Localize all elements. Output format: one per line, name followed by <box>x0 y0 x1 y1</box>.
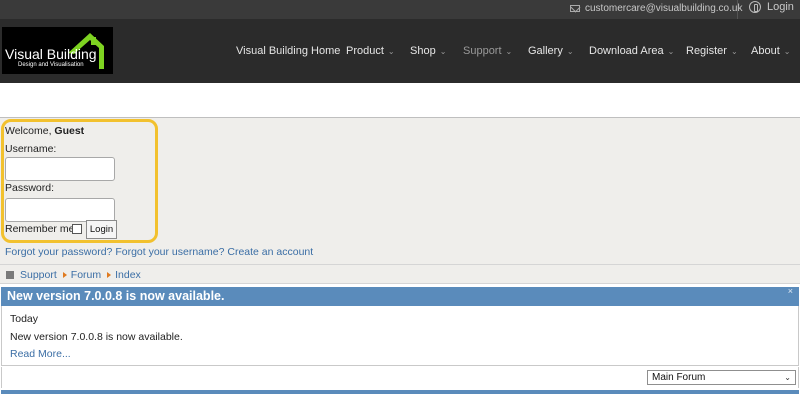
chevron-down-icon: ⌄ <box>387 46 395 56</box>
nav-shop[interactable]: Shop ⌄ <box>410 45 446 57</box>
remember-me-label: Remember me <box>5 223 75 235</box>
breadcrumb-square-icon <box>6 271 14 279</box>
nav-about[interactable]: About ⌄ <box>751 45 790 57</box>
chevron-down-icon: ⌄ <box>505 46 513 56</box>
forum-select[interactable]: Main Forum ⌄ <box>647 370 796 385</box>
contact-email-text: customercare@visualbuilding.co.uk <box>585 3 743 14</box>
nav-register[interactable]: Register ⌄ <box>686 45 738 57</box>
nav-label: Product <box>346 45 384 57</box>
topbar-login-label: Login <box>767 1 794 13</box>
chevron-down-icon: ⌄ <box>667 46 675 56</box>
nav-visual-building-home[interactable]: Visual Building Home <box>236 45 340 57</box>
logo-subtitle: Design and Visualisation <box>18 62 84 68</box>
site-logo[interactable]: Visual Building Design and Visualisation <box>2 27 113 74</box>
chevron-down-icon: ⌄ <box>784 373 791 382</box>
logo-title: Visual Building <box>5 46 97 62</box>
breadcrumb: Support Forum Index <box>20 269 141 281</box>
main-navbar: Visual Building Design and Visualisation… <box>0 19 800 83</box>
chevron-down-icon: ⌄ <box>439 46 447 56</box>
chevron-down-icon: ⌄ <box>730 46 738 56</box>
forum-select-value: Main Forum <box>652 372 706 383</box>
welcome-text: Welcome, Guest <box>5 125 84 137</box>
announcement-title: New version 7.0.0.8 is now available. <box>7 289 225 303</box>
password-label: Password: <box>5 182 55 194</box>
topbar-login-link[interactable]: Login <box>749 1 794 13</box>
topbar-divider <box>737 0 738 19</box>
user-icon <box>749 1 761 13</box>
nav-label: Download Area <box>589 45 664 57</box>
create-account-link[interactable]: Create an account <box>227 246 313 258</box>
nav-gallery[interactable]: Gallery ⌄ <box>528 45 574 57</box>
username-label: Username: <box>5 143 57 155</box>
account-links: Forgot your password? Forgot your userna… <box>5 246 313 258</box>
nav-label: Shop <box>410 45 436 57</box>
welcome-prefix: Welcome, <box>5 125 52 137</box>
username-input[interactable] <box>5 157 115 181</box>
announcement-date: Today <box>10 313 39 325</box>
announcement-body: Today New version 7.0.0.8 is now availab… <box>1 306 799 366</box>
nav-product[interactable]: Product ⌄ <box>346 45 395 57</box>
login-button[interactable]: Login <box>86 220 117 239</box>
close-icon[interactable]: × <box>788 286 793 296</box>
announcement-text: New version 7.0.0.8 is now available. <box>10 331 183 343</box>
nav-label: Register <box>686 45 727 57</box>
forgot-password-link[interactable]: Forgot your password? <box>5 246 112 258</box>
welcome-user: Guest <box>54 125 85 137</box>
nav-label: Visual Building Home <box>236 45 341 57</box>
breadcrumb-support[interactable]: Support <box>20 269 57 281</box>
nav-label: About <box>751 45 780 57</box>
nav-label: Support <box>463 45 502 57</box>
contact-email-link[interactable]: customercare@visualbuilding.co.uk <box>570 3 742 14</box>
breadcrumb-arrow-icon <box>107 272 112 278</box>
read-more-link[interactable]: Read More... <box>10 348 71 360</box>
breadcrumb-bar: Support Forum Index <box>0 264 800 284</box>
announcement-header: New version 7.0.0.8 is now available. × <box>1 286 799 306</box>
password-input[interactable] <box>5 198 115 222</box>
forgot-username-link[interactable]: Forgot your username? <box>115 246 224 258</box>
remember-me-checkbox[interactable] <box>72 224 82 234</box>
breadcrumb-arrow-icon <box>62 272 67 278</box>
nav-support[interactable]: Support ⌄ <box>463 45 512 57</box>
forum-table-header-strip <box>1 390 799 394</box>
top-utility-bar: customercare@visualbuilding.co.uk Login <box>0 0 800 19</box>
chevron-down-icon: ⌄ <box>783 46 791 56</box>
nav-download-area[interactable]: Download Area ⌄ <box>589 45 674 57</box>
nav-label: Gallery <box>528 45 563 57</box>
chevron-down-icon: ⌄ <box>566 46 574 56</box>
envelope-icon <box>570 5 580 12</box>
breadcrumb-forum[interactable]: Forum <box>71 269 101 281</box>
breadcrumb-index[interactable]: Index <box>115 269 141 281</box>
